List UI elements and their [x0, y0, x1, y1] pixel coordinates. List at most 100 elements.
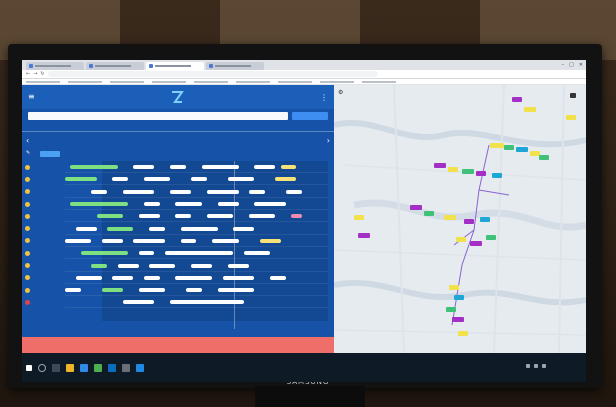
battery-icon[interactable]: [542, 364, 546, 368]
schedule-segment[interactable]: [180, 226, 218, 231]
timeline-row[interactable]: [22, 259, 334, 272]
schedule-segment[interactable]: [112, 275, 134, 280]
schedule-segment[interactable]: [191, 177, 207, 182]
schedule-segment[interactable]: [191, 263, 213, 268]
schedule-segment[interactable]: [175, 275, 213, 280]
schedule-segment[interactable]: [275, 177, 297, 182]
schedule-segment[interactable]: [143, 177, 171, 182]
schedule-segment[interactable]: [291, 214, 302, 219]
schedule-segment[interactable]: [164, 251, 234, 256]
schedule-segment[interactable]: [122, 189, 155, 194]
prev-day-icon[interactable]: ‹: [26, 136, 29, 145]
schedule-segment[interactable]: [207, 214, 234, 219]
schedule-segment[interactable]: [285, 189, 302, 194]
schedule-segment[interactable]: [96, 214, 123, 219]
filter-chip[interactable]: [40, 151, 60, 157]
more-options-icon[interactable]: ⋮: [320, 93, 328, 102]
bookmark-item[interactable]: [236, 80, 270, 83]
map-marker[interactable]: [444, 215, 456, 220]
schedule-segment[interactable]: [75, 275, 102, 280]
maximize-icon[interactable]: □: [569, 62, 574, 68]
map-marker[interactable]: [570, 93, 576, 98]
schedule-segment[interactable]: [65, 177, 97, 182]
schedule-segment[interactable]: [107, 226, 134, 231]
schedule-segment[interactable]: [112, 177, 129, 182]
map-marker[interactable]: [452, 317, 464, 322]
map-marker[interactable]: [448, 167, 458, 172]
timeline-row[interactable]: [22, 284, 334, 297]
bookmark-item[interactable]: [278, 80, 312, 83]
schedule-segment[interactable]: [133, 238, 165, 243]
schedule-segment[interactable]: [149, 263, 176, 268]
bookmark-item[interactable]: [26, 80, 60, 83]
map-marker[interactable]: [454, 295, 464, 300]
map-marker[interactable]: [446, 307, 456, 312]
browser-tab[interactable]: [26, 62, 84, 70]
schedule-segment[interactable]: [249, 214, 276, 219]
map-marker[interactable]: [492, 173, 502, 178]
map-marker[interactable]: [566, 115, 576, 120]
schedule-segment[interactable]: [185, 288, 202, 293]
start-icon[interactable]: [26, 364, 32, 371]
timeline-row[interactable]: [22, 198, 334, 211]
schedule-segment[interactable]: [91, 263, 108, 268]
map-marker[interactable]: [480, 217, 490, 222]
browser-tab-active[interactable]: [146, 62, 204, 70]
schedule-segment[interactable]: [249, 189, 265, 194]
map-marker[interactable]: [486, 235, 496, 240]
schedule-segment[interactable]: [65, 238, 92, 243]
schedule-segment[interactable]: [254, 165, 276, 170]
map-marker[interactable]: [539, 155, 549, 160]
bookmark-item[interactable]: [110, 80, 144, 83]
mail-icon[interactable]: [108, 363, 116, 372]
bookmark-item[interactable]: [194, 80, 228, 83]
timeline-row[interactable]: [22, 235, 334, 247]
schedule-segment[interactable]: [101, 238, 123, 243]
schedule-segment[interactable]: [228, 177, 255, 182]
bookmark-item[interactable]: [362, 80, 396, 83]
schedule-segment[interactable]: [170, 189, 192, 194]
edit-icon[interactable]: ✎: [26, 150, 30, 156]
schedule-segment[interactable]: [75, 226, 97, 231]
schedule-segment[interactable]: [138, 214, 160, 219]
schedule-segment[interactable]: [175, 202, 202, 207]
schedule-segment[interactable]: [122, 300, 155, 305]
search-input[interactable]: [28, 112, 288, 120]
map-marker[interactable]: [476, 171, 486, 176]
close-icon[interactable]: ✕: [579, 62, 583, 68]
chrome-browser-icon[interactable]: [94, 363, 102, 372]
map-marker[interactable]: [524, 107, 536, 112]
back-icon[interactable]: ←: [26, 71, 30, 77]
schedule-segment[interactable]: [80, 251, 129, 256]
schedule-segment[interactable]: [233, 226, 255, 231]
timeline-row[interactable]: [22, 161, 334, 174]
forward-icon[interactable]: →: [33, 71, 37, 77]
schedule-segment[interactable]: [217, 288, 255, 293]
timeline-row[interactable]: [22, 296, 334, 309]
map-view[interactable]: ⚙: [334, 85, 586, 353]
timeline-row[interactable]: [22, 210, 334, 223]
schedule-segment[interactable]: [70, 202, 129, 207]
map-marker[interactable]: [464, 219, 474, 224]
search-icon[interactable]: [38, 363, 46, 372]
search-button[interactable]: [292, 112, 328, 120]
schedule-segment[interactable]: [170, 165, 186, 170]
schedule-segment[interactable]: [65, 288, 81, 293]
schedule-segment[interactable]: [280, 165, 297, 170]
minimize-icon[interactable]: –: [562, 62, 565, 68]
schedule-segment[interactable]: [228, 263, 250, 268]
reload-icon[interactable]: ↻: [40, 71, 44, 77]
browser-tab[interactable]: [86, 62, 144, 70]
app-icon[interactable]: [136, 363, 144, 372]
url-field[interactable]: [47, 71, 378, 77]
map-marker[interactable]: [449, 285, 459, 290]
schedule-segment[interactable]: [133, 165, 155, 170]
timeline-row[interactable]: [22, 222, 334, 235]
schedule-segment[interactable]: [270, 275, 286, 280]
footer-action-button[interactable]: [22, 337, 334, 353]
schedule-segment[interactable]: [243, 251, 271, 256]
schedule-segment[interactable]: [175, 214, 192, 219]
map-marker[interactable]: [470, 241, 482, 246]
schedule-segment[interactable]: [138, 288, 165, 293]
map-marker[interactable]: [456, 237, 466, 242]
